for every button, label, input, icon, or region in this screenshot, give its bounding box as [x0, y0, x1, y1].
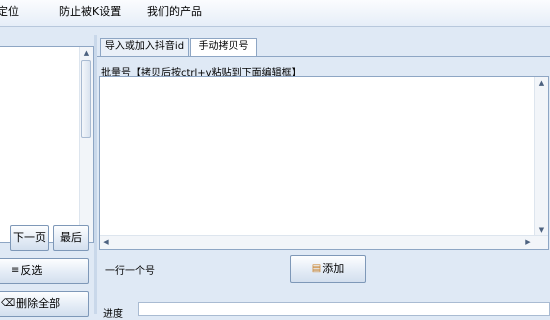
tab-manual-copy[interactable]: 手动拷贝号: [190, 38, 257, 57]
listbox-vertical-scrollbar[interactable]: ▲ ▼: [79, 47, 93, 242]
tab-strip: 导入或加入抖音id 手动拷贝号: [97, 38, 550, 57]
batch-id-textarea[interactable]: ▲ ▼ ◀ ▶: [99, 76, 549, 250]
folder-add-icon: ▤: [311, 263, 322, 274]
left-panel: ▲ ▼ 下一页 最后 ≡反选 ⌫删除全部: [0, 35, 94, 317]
textarea-vertical-scrollbar[interactable]: ▲ ▼: [534, 77, 548, 236]
invert-select-button[interactable]: ≡反选: [0, 258, 89, 284]
menu-bar: 定位 防止被K设置 我们的产品: [0, 0, 550, 27]
menu-item-our-products[interactable]: 我们的产品: [147, 5, 202, 19]
add-button-label: 添加: [322, 262, 345, 275]
progress-label: 进度: [103, 309, 123, 320]
scroll-right-arrow-icon[interactable]: ▶: [522, 236, 534, 249]
delete-all-label: 删除全部: [16, 297, 61, 310]
menu-item-anti-ban-settings[interactable]: 防止被K设置: [59, 5, 121, 19]
scroll-left-arrow-icon[interactable]: ◀: [100, 236, 112, 249]
last-page-button[interactable]: 最后: [53, 225, 89, 251]
tab-import-douyin-id[interactable]: 导入或加入抖音id: [100, 38, 189, 56]
next-page-button[interactable]: 下一页: [10, 225, 49, 251]
textarea-horizontal-scrollbar[interactable]: ◀ ▶: [100, 235, 548, 249]
list-lines-icon: ≡: [11, 265, 20, 276]
menu-item-locate[interactable]: 定位: [0, 5, 19, 19]
scroll-up-arrow-icon[interactable]: ▲: [535, 77, 548, 89]
eraser-icon: ⌫: [1, 298, 16, 309]
invert-select-label: 反选: [20, 264, 43, 277]
add-button[interactable]: ▤添加: [290, 255, 366, 283]
scrollbar-thumb[interactable]: [81, 60, 91, 138]
toolbar-band: [0, 27, 550, 35]
scroll-up-arrow-icon[interactable]: ▲: [80, 47, 93, 59]
delete-all-button[interactable]: ⌫删除全部: [0, 291, 89, 317]
manual-copy-tab-page: 批量号【拷贝后按ctrl+v粘贴到下面编辑框】 ▲ ▼ ◀ ▶ 一行一个号 ▤添…: [97, 56, 550, 297]
id-listbox[interactable]: ▲ ▼: [0, 46, 94, 243]
one-per-line-hint: 一行一个号: [105, 266, 155, 277]
